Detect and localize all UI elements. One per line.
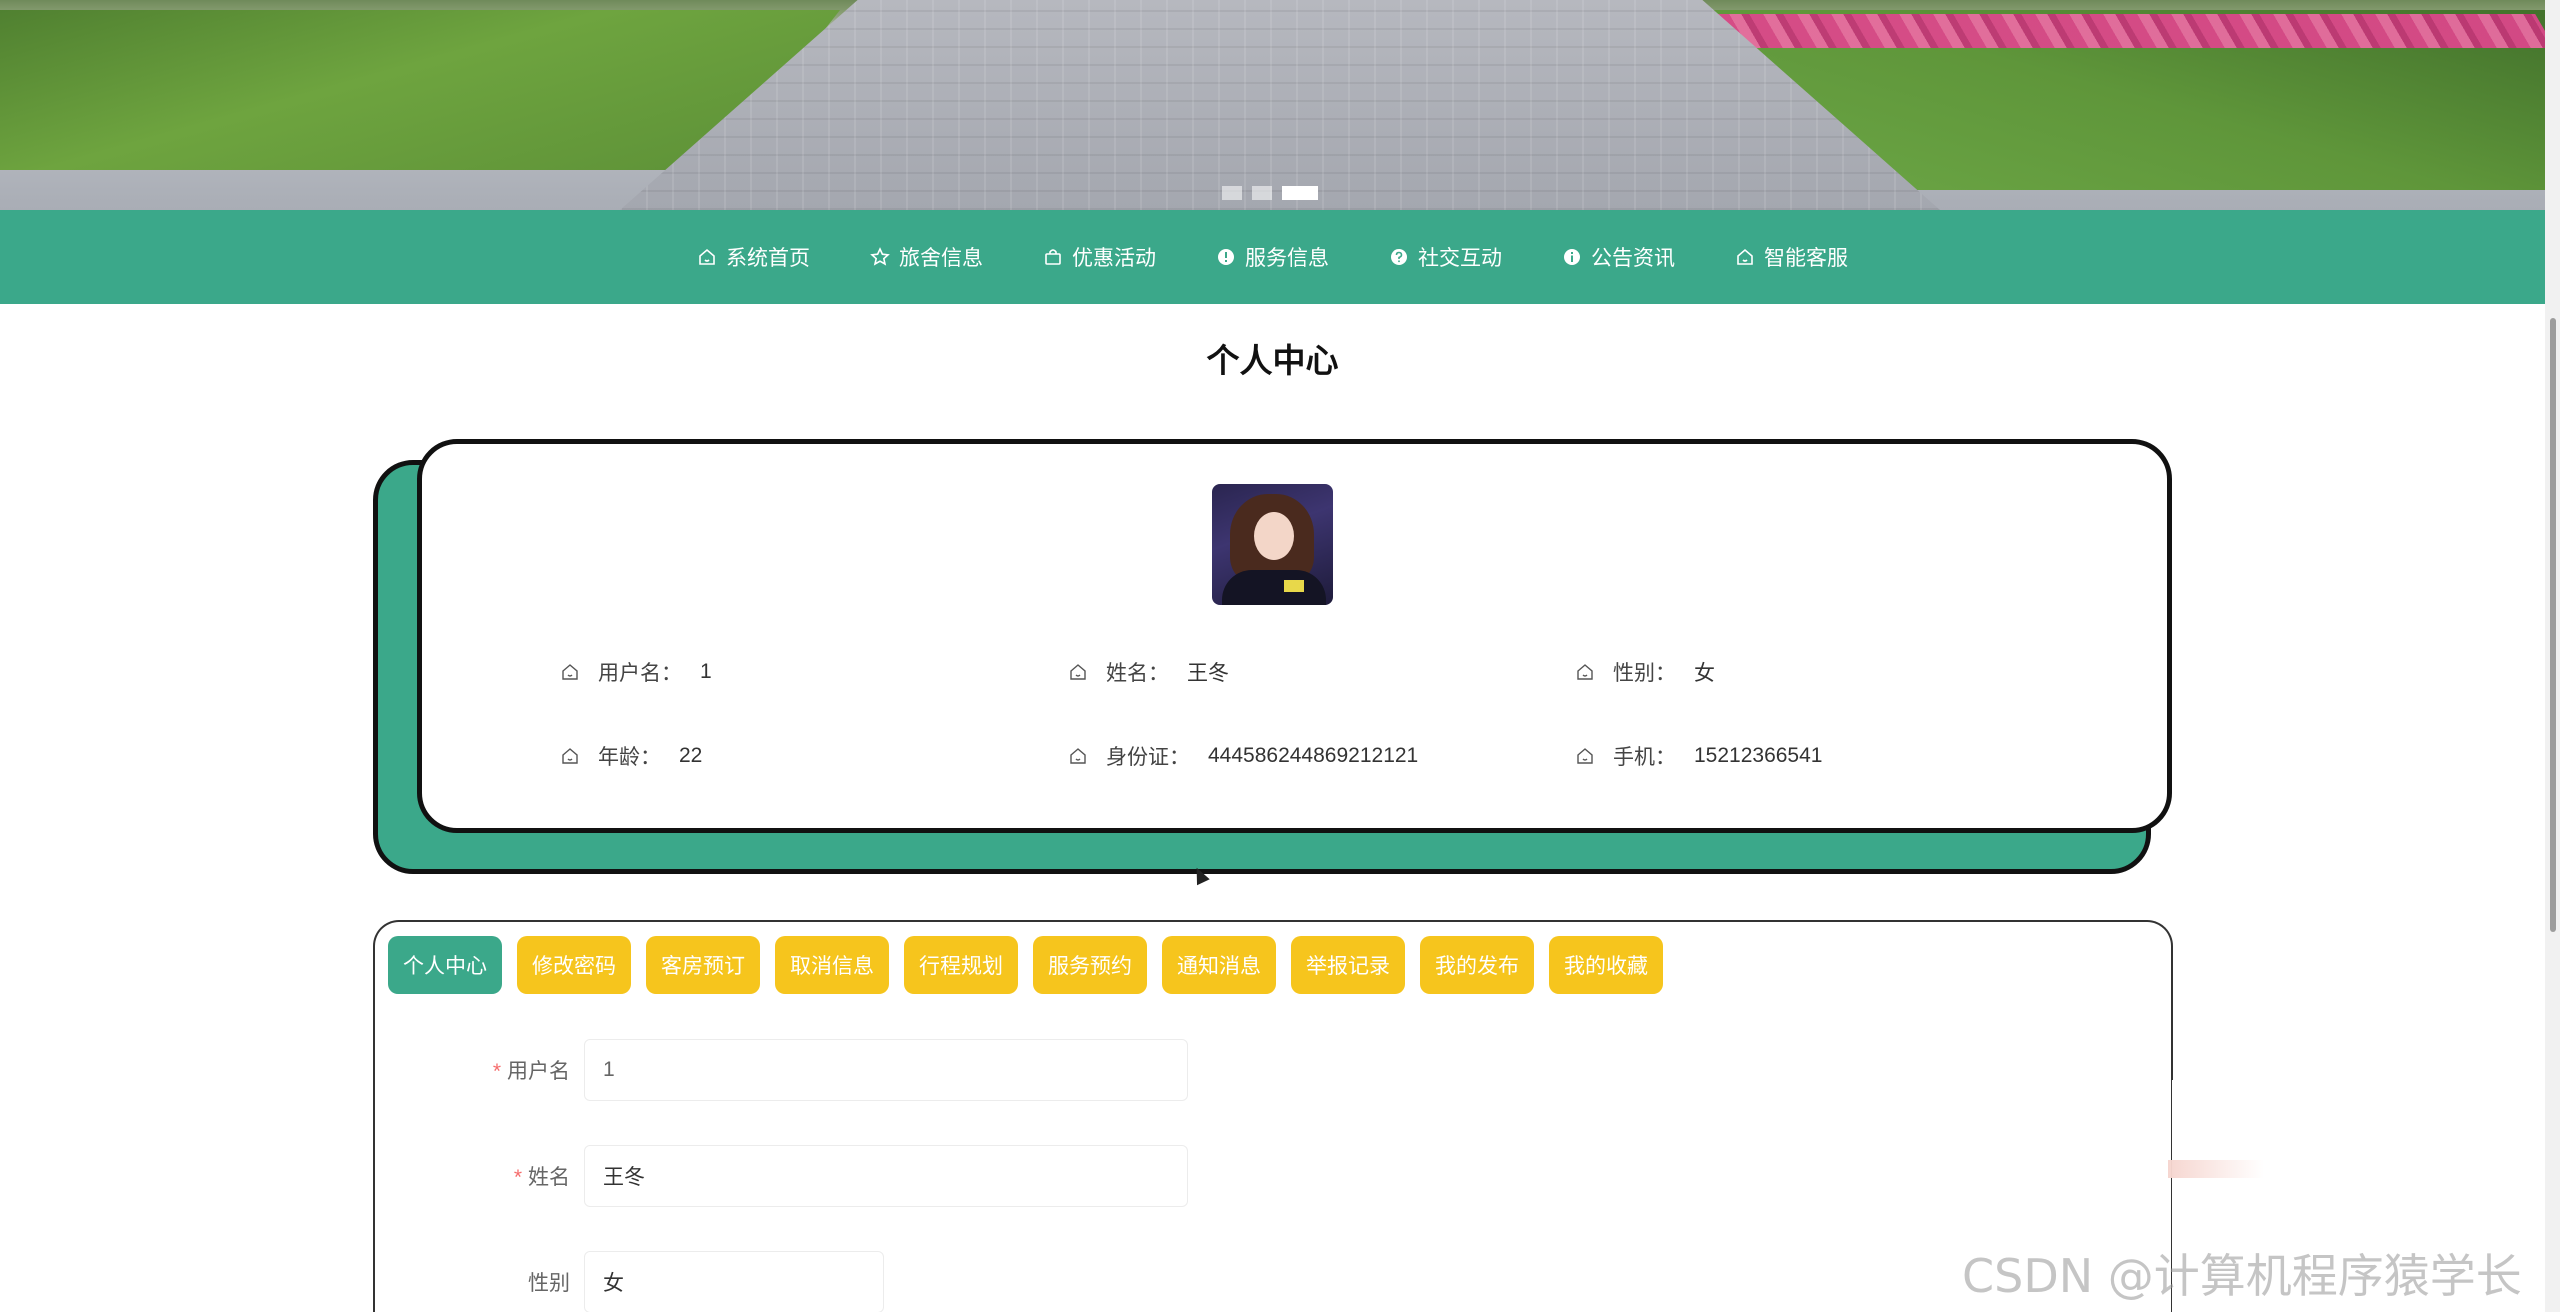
- banner-carousel[interactable]: [0, 0, 2545, 210]
- profile-username: 用户名： 1: [560, 657, 712, 687]
- nav-item-label: 公告资讯: [1591, 247, 1675, 270]
- nav-item-promotions[interactable]: 优惠活动: [1013, 242, 1186, 272]
- home-icon: [1577, 748, 1593, 764]
- nav-item-announcements[interactable]: 公告资讯: [1532, 242, 1705, 272]
- tab-room-booking[interactable]: 客房预订: [646, 936, 760, 994]
- tab-my-favorites[interactable]: 我的收藏: [1549, 936, 1663, 994]
- form-row-gender: 性别: [404, 1251, 884, 1312]
- profile-gender: 性别： 女: [1575, 657, 1715, 687]
- name-label: * 姓名: [513, 1166, 570, 1189]
- nav-item-label: 系统首页: [726, 247, 810, 270]
- main-nav: 系统首页 旅舍信息 优惠活动 服务信息 社交互动 公告资讯 智能客服: [0, 210, 2545, 304]
- tab-change-password[interactable]: 修改密码: [517, 936, 631, 994]
- alert-circle-icon: [1218, 249, 1234, 265]
- tab-itinerary[interactable]: 行程规划: [904, 936, 1018, 994]
- carousel-dot-2[interactable]: [1252, 186, 1272, 200]
- carousel-dot-3[interactable]: [1282, 186, 1318, 200]
- carousel-dot-1[interactable]: [1222, 186, 1242, 200]
- home-icon: [699, 248, 715, 265]
- tab-my-posts[interactable]: 我的发布: [1420, 936, 1534, 994]
- profile-age: 年龄： 22: [560, 741, 702, 771]
- gender-select[interactable]: [584, 1251, 884, 1312]
- name-input[interactable]: [584, 1145, 1188, 1207]
- home-icon: [1737, 248, 1753, 265]
- profile-idcard: 身份证： 444586244869212121: [1068, 741, 1418, 771]
- user-center-tabs: 个人中心 修改密码 客房预订 取消信息 行程规划 服务预约 通知消息 举报记录 …: [388, 936, 1663, 994]
- home-icon: [1070, 748, 1086, 764]
- nav-item-label: 社交互动: [1418, 247, 1502, 270]
- nav-item-label: 智能客服: [1764, 247, 1848, 270]
- question-circle-icon: [1391, 249, 1407, 265]
- banner-flowers: [1715, 14, 2545, 48]
- nav-item-label: 旅舍信息: [899, 247, 983, 270]
- tab-service-booking[interactable]: 服务预约: [1033, 936, 1147, 994]
- form-row-username: * 用户名: [404, 1039, 1188, 1101]
- username-input[interactable]: [584, 1039, 1188, 1101]
- form-row-name: * 姓名: [404, 1145, 1188, 1207]
- nav-item-hostel[interactable]: 旅舍信息: [840, 242, 1013, 272]
- tab-reports[interactable]: 举报记录: [1291, 936, 1405, 994]
- watermark: CSDN @计算机程序猿学长: [1962, 1249, 2522, 1303]
- nav-item-label: 优惠活动: [1072, 247, 1156, 270]
- nav-item-home[interactable]: 系统首页: [667, 242, 840, 272]
- tab-personal-center[interactable]: 个人中心: [388, 936, 502, 994]
- page-title: 个人中心: [1206, 342, 1339, 379]
- home-icon: [562, 664, 578, 680]
- home-icon: [1070, 664, 1086, 680]
- carousel-indicators: [1222, 186, 1318, 200]
- home-icon: [1577, 664, 1593, 680]
- bag-icon: [1045, 249, 1061, 265]
- gender-label: 性别: [528, 1272, 570, 1295]
- nav-item-social[interactable]: 社交互动: [1359, 242, 1532, 272]
- profile-phone: 手机： 15212366541: [1575, 741, 1822, 771]
- profile-name: 姓名： 王冬: [1068, 657, 1229, 687]
- tab-cancellations[interactable]: 取消信息: [775, 936, 889, 994]
- nav-item-label: 服务信息: [1245, 247, 1329, 270]
- home-icon: [562, 748, 578, 764]
- avatar: [1212, 484, 1333, 605]
- tab-notifications[interactable]: 通知消息: [1162, 936, 1276, 994]
- nav-item-services[interactable]: 服务信息: [1186, 242, 1359, 272]
- floating-widget-edge: [2168, 1160, 2264, 1178]
- nav-item-ai-service[interactable]: 智能客服: [1705, 242, 1878, 272]
- scrollbar-thumb[interactable]: [2550, 318, 2556, 932]
- star-icon: [870, 247, 890, 266]
- info-circle-icon: [1564, 249, 1580, 265]
- username-label: * 用户名: [492, 1060, 570, 1083]
